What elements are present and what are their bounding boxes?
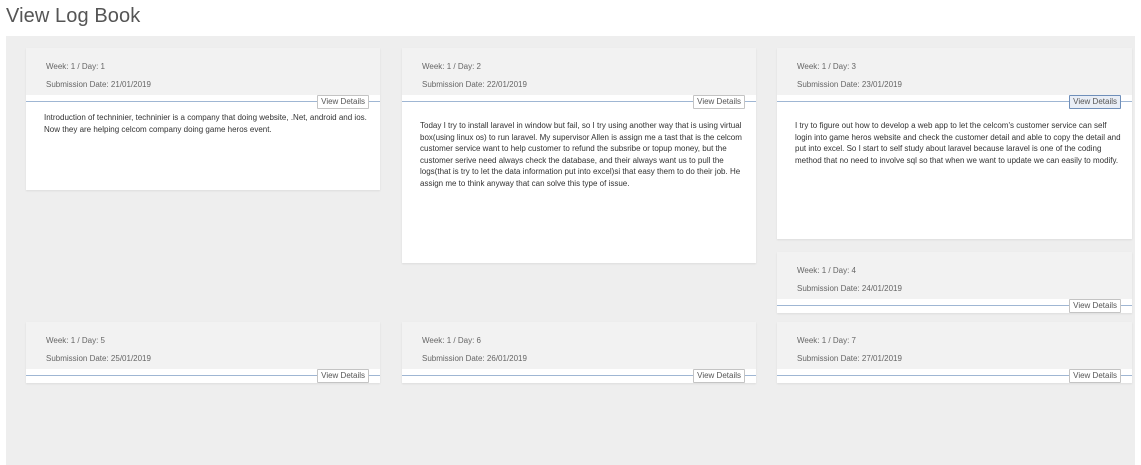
view-details-button[interactable]: View Details (1069, 369, 1121, 383)
view-details-button[interactable]: View Details (1069, 299, 1121, 313)
log-entry-card-day-2: Week: 1 / Day: 2 Submission Date: 22/01/… (402, 48, 756, 263)
logbook-board: Week: 1 / Day: 1 Submission Date: 21/01/… (6, 36, 1135, 465)
log-entry-text: I try to figure out how to develop a web… (795, 121, 1121, 165)
view-details-button[interactable]: View Details (317, 95, 369, 109)
log-entry-card-day-5: Week: 1 / Day: 5 Submission Date: 25/01/… (26, 322, 380, 383)
week-day-label: Week: 1 / Day: 6 (422, 336, 481, 345)
log-entry-header: Week: 1 / Day: 3 Submission Date: 23/01/… (777, 48, 1132, 95)
page-title: View Log Book (6, 5, 141, 27)
log-entry-header: Week: 1 / Day: 4 Submission Date: 24/01/… (777, 252, 1132, 299)
submission-date: Submission Date: 26/01/2019 (422, 354, 527, 363)
submission-date: Submission Date: 25/01/2019 (46, 354, 151, 363)
week-day-label: Week: 1 / Day: 4 (797, 266, 856, 275)
week-day-label: Week: 1 / Day: 1 (46, 62, 105, 71)
view-details-button[interactable]: View Details (1069, 95, 1121, 109)
log-entry-header: Week: 1 / Day: 6 Submission Date: 26/01/… (402, 322, 756, 369)
log-entry-text: Today I try to install laravel in window… (420, 121, 742, 188)
log-entry-card-day-3: Week: 1 / Day: 3 Submission Date: 23/01/… (777, 48, 1132, 239)
log-entry-card-day-6: Week: 1 / Day: 6 Submission Date: 26/01/… (402, 322, 756, 383)
submission-date: Submission Date: 23/01/2019 (797, 80, 902, 89)
log-entry-text: Introduction of techninier, techninier i… (44, 113, 367, 134)
log-entry-card-day-4: Week: 1 / Day: 4 Submission Date: 24/01/… (777, 252, 1132, 313)
log-entry-header: Week: 1 / Day: 5 Submission Date: 25/01/… (26, 322, 380, 369)
week-day-label: Week: 1 / Day: 5 (46, 336, 105, 345)
log-entry-card-day-7: Week: 1 / Day: 7 Submission Date: 27/01/… (777, 322, 1132, 383)
view-details-button[interactable]: View Details (693, 369, 745, 383)
submission-date: Submission Date: 24/01/2019 (797, 284, 902, 293)
week-day-label: Week: 1 / Day: 3 (797, 62, 856, 71)
log-entry-header: Week: 1 / Day: 7 Submission Date: 27/01/… (777, 322, 1132, 369)
view-details-button[interactable]: View Details (317, 369, 369, 383)
submission-date: Submission Date: 21/01/2019 (46, 80, 151, 89)
log-entry-card-day-1: Week: 1 / Day: 1 Submission Date: 21/01/… (26, 48, 380, 190)
submission-date: Submission Date: 27/01/2019 (797, 354, 902, 363)
view-details-button[interactable]: View Details (693, 95, 745, 109)
log-entry-header: Week: 1 / Day: 1 Submission Date: 21/01/… (26, 48, 380, 95)
log-entry-header: Week: 1 / Day: 2 Submission Date: 22/01/… (402, 48, 756, 95)
week-day-label: Week: 1 / Day: 2 (422, 62, 481, 71)
week-day-label: Week: 1 / Day: 7 (797, 336, 856, 345)
submission-date: Submission Date: 22/01/2019 (422, 80, 527, 89)
